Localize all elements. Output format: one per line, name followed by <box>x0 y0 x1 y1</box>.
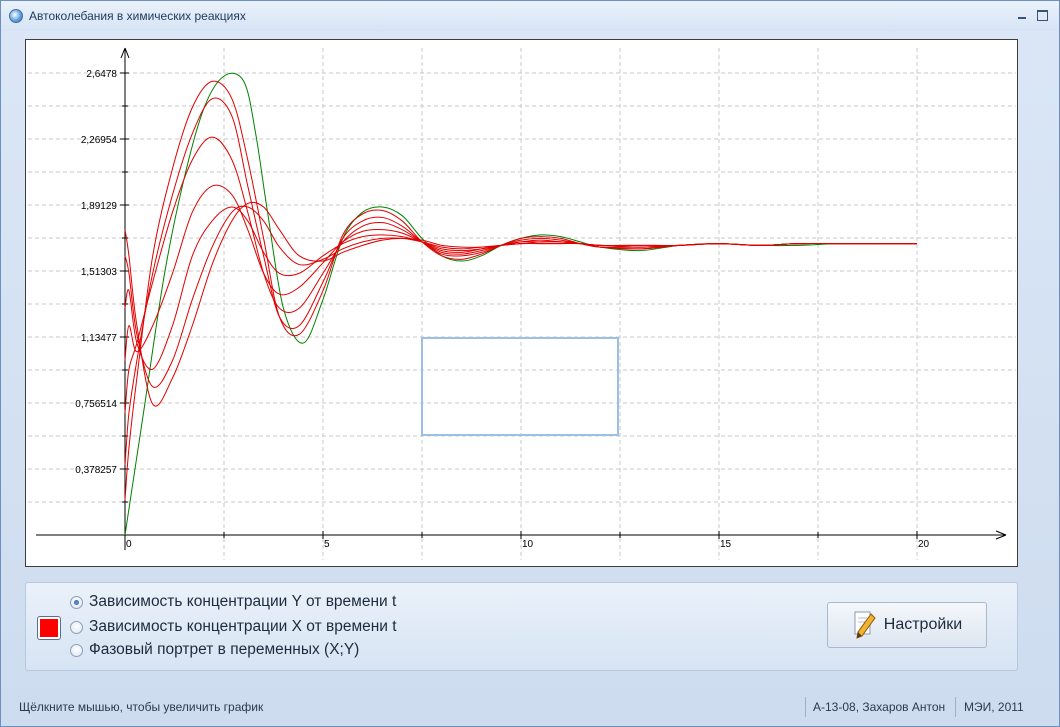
y-tick-label: 1,13477 <box>81 333 118 344</box>
radio-y-vs-t[interactable]: Зависимость концентрации Y от времени t <box>70 592 396 612</box>
app-window: Автоколебания в химических реакциях 0 5 10… <box>0 0 1060 727</box>
status-org: МЭИ, 2011 <box>964 700 1024 714</box>
status-divider <box>805 697 806 717</box>
radio-phase-portrait[interactable]: Фазовый портрет в переменных (X;Y) <box>70 640 359 660</box>
y-tick-label: 0,378257 <box>75 465 117 476</box>
x-tick-label: 15 <box>720 539 732 550</box>
status-hint: Щёлкните мышью, чтобы увеличить график <box>19 700 264 714</box>
x-tick-label: 20 <box>918 539 930 550</box>
radio-label: Фазовый портрет в переменных (X;Y) <box>89 641 360 658</box>
radio-button-icon[interactable] <box>70 643 83 657</box>
status-bar: Щёлкните мышью, чтобы увеличить график А… <box>9 695 1053 719</box>
settings-button[interactable]: Настройки <box>827 602 987 648</box>
x-tick-label: 10 <box>522 539 534 550</box>
options-panel: Зависимость концентрации Y от времени t … <box>25 582 1018 671</box>
chart-area[interactable]: 0 5 10 15 20 0,378257 0,756514 1,13477 1,51303 1,… <box>25 39 1018 567</box>
line-color-swatch[interactable] <box>37 616 61 640</box>
radio-x-vs-t[interactable]: Зависимость концентрации X от времени t <box>70 617 397 637</box>
settings-label: Настройки <box>883 616 963 633</box>
title-bar: Автоколебания в химических реакциях <box>1 1 1059 31</box>
app-icon <box>9 9 23 23</box>
status-divider <box>955 697 956 717</box>
maximize-icon[interactable] <box>1033 7 1051 23</box>
pencil-icon <box>852 610 876 640</box>
radio-label: Зависимость концентрации Y от времени t <box>89 593 397 610</box>
y-tick-label: 2,6478 <box>86 69 117 80</box>
window-title: Автоколебания в химических реакциях <box>29 9 246 23</box>
radio-button-icon[interactable] <box>70 620 83 634</box>
y-tick-label: 0,756514 <box>75 399 117 410</box>
x-tick-label: 0 <box>126 539 132 550</box>
radio-button-icon[interactable] <box>70 595 83 609</box>
y-tick-label: 1,89129 <box>81 201 118 212</box>
radio-label: Зависимость концентрации X от времени t <box>89 618 397 635</box>
x-tick-label: 5 <box>324 539 330 550</box>
chart-svg[interactable]: 0 5 10 15 20 0,378257 0,756514 1,13477 1,51303 1,… <box>26 40 1019 568</box>
minimize-icon[interactable] <box>1013 7 1031 23</box>
zoom-selection-rect <box>421 337 619 436</box>
y-tick-label: 1,51303 <box>81 267 118 278</box>
y-tick-label: 2,26954 <box>81 135 118 146</box>
status-author: А-13-08, Захаров Антон <box>813 700 946 714</box>
series-line-1 <box>124 80 917 501</box>
